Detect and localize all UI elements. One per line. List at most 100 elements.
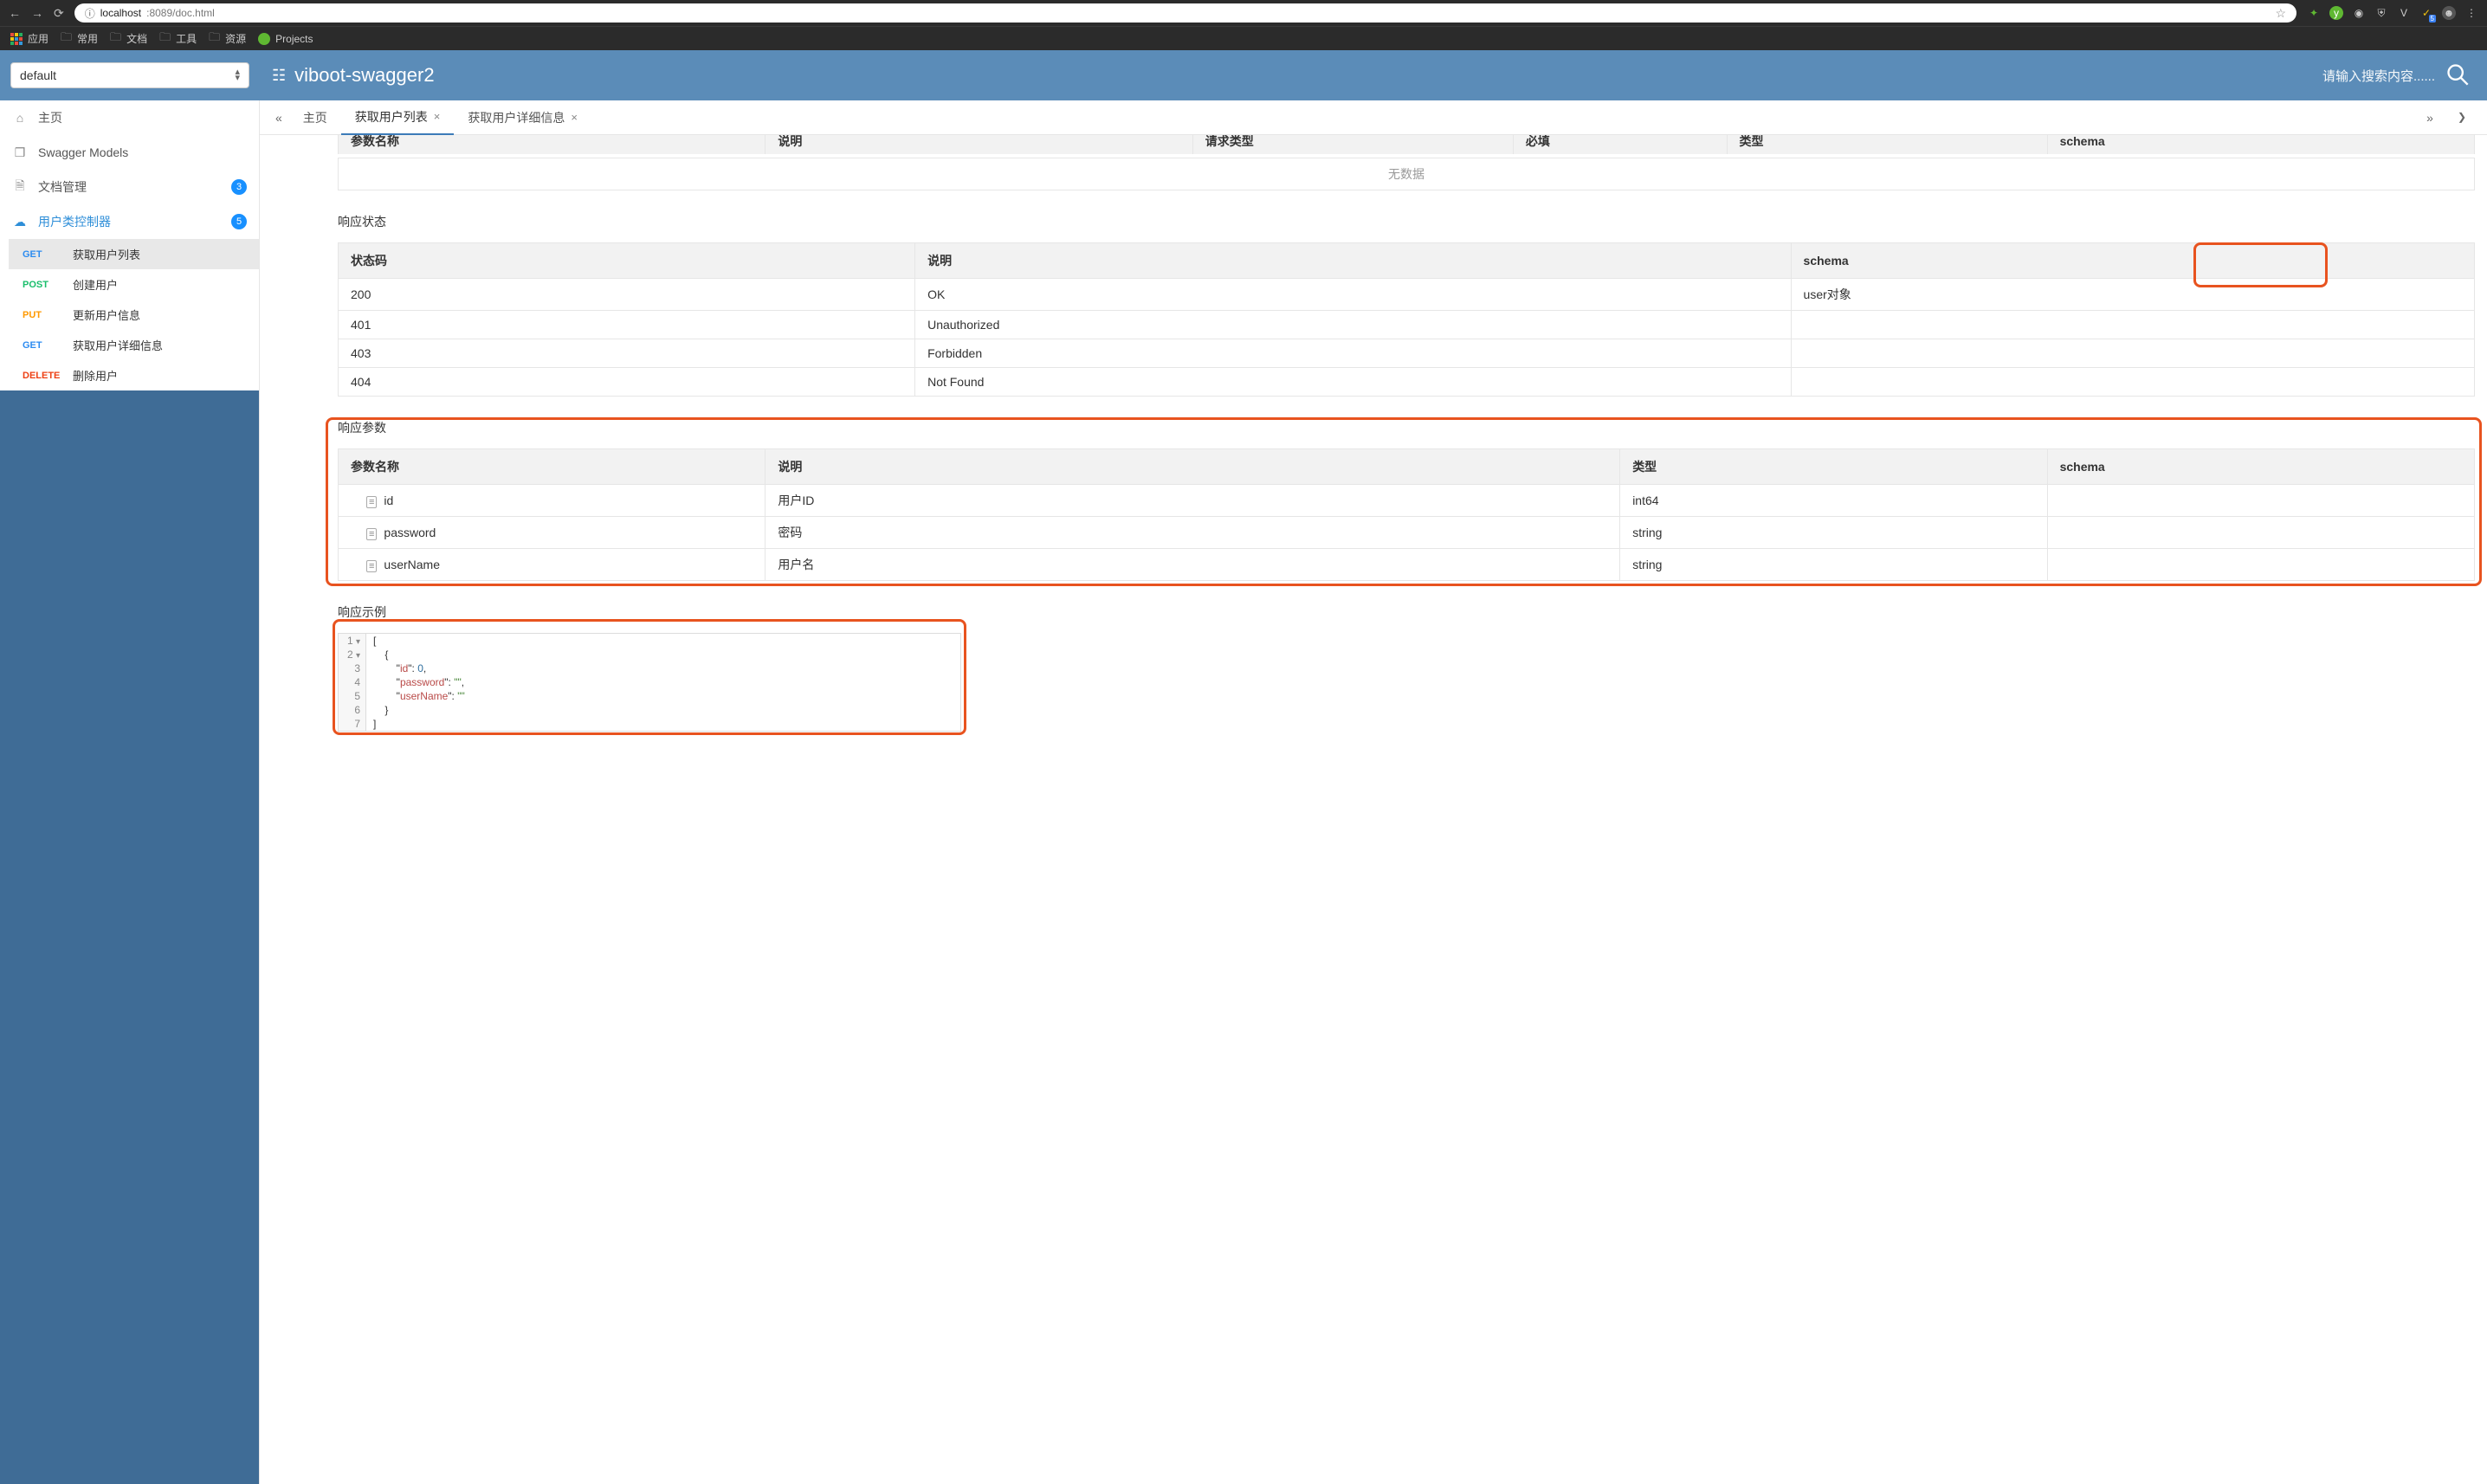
sidebar-home[interactable]: ⌂ 主页 <box>0 100 259 135</box>
ext-icon[interactable]: ◉ <box>2352 6 2366 20</box>
reload-button[interactable]: ⟳ <box>54 6 64 21</box>
tabs-scroll-right[interactable]: » <box>2419 111 2440 125</box>
api-item[interactable]: DELETE删除用户 <box>9 360 259 390</box>
cell: 404 <box>339 368 915 397</box>
apps-button[interactable]: 应用 <box>10 31 48 46</box>
cell: Not Found <box>915 368 1791 397</box>
ext-icon[interactable]: y <box>2329 6 2343 20</box>
sidebar-filler <box>0 390 259 1484</box>
cell: 密码 <box>765 517 1620 549</box>
ext-icon[interactable]: ⛨ <box>2374 6 2388 20</box>
count-badge: 5 <box>231 214 247 229</box>
tab-home[interactable]: 主页 <box>289 100 341 135</box>
cell: Forbidden <box>915 339 1791 368</box>
tab-label: 获取用户列表 <box>355 108 428 126</box>
col-header: schema <box>1791 243 2474 279</box>
bookmark-item[interactable]: Projects <box>258 33 313 45</box>
cell: 用户ID <box>765 485 1620 517</box>
api-item[interactable]: POST创建用户 <box>9 269 259 300</box>
bookmark-folder[interactable]: 🗀资源 <box>209 29 246 48</box>
cell <box>1791 339 2474 368</box>
http-method: PUT <box>23 310 64 320</box>
bookmark-label: 工具 <box>176 31 197 46</box>
content-area: « 主页 获取用户列表 × 获取用户详细信息× » ❯ 参数名称 说明 请求类型 … <box>260 100 2487 1484</box>
cell: ≡password <box>339 517 765 549</box>
api-item[interactable]: PUT更新用户信息 <box>9 300 259 330</box>
col-header: 说明 <box>915 243 1791 279</box>
response-params-table: 参数名称 说明 类型 schema ≡id用户IDint64 ≡password… <box>338 448 2475 581</box>
bookmarks-bar: 应用 🗀常用 🗀文档 🗀 工具 🗀资源 Projects <box>0 26 2487 50</box>
no-data-text: 无数据 <box>339 158 2475 190</box>
api-label: 获取用户详细信息 <box>73 337 163 353</box>
col-header: schema <box>2047 449 2474 485</box>
api-item[interactable]: GET 获取用户详细信息 <box>9 330 259 360</box>
param-icon: ≡ <box>366 560 377 572</box>
search-placeholder[interactable]: 请输入搜索内容...... <box>2322 67 2435 85</box>
cell: ≡id <box>339 485 765 517</box>
cell: 200 <box>339 279 915 311</box>
sidebar-label: 文档管理 <box>38 178 87 196</box>
col-header: 说明 <box>765 449 1620 485</box>
request-params-empty: 无数据 <box>338 158 2475 190</box>
cell: string <box>1620 549 2047 581</box>
cube-icon: ❒ <box>12 145 28 160</box>
url-host: localhost <box>100 7 141 19</box>
doc-body[interactable]: 参数名称 说明 请求类型 必填 类型 schema 无数据 响应状态 状 <box>260 135 2487 1484</box>
tab-label: 主页 <box>303 109 327 126</box>
tab-close-icon[interactable]: × <box>434 110 441 123</box>
bookmark-star-icon[interactable]: ☆ <box>2275 6 2286 21</box>
url-input[interactable]: ⓘ localhost:8089/doc.html ☆ <box>74 3 2296 23</box>
spring-icon <box>258 33 270 45</box>
col-header: 说明 <box>765 135 1192 154</box>
cell <box>1791 311 2474 339</box>
browser-menu-icon[interactable]: ⋮ <box>2464 6 2478 20</box>
section-response-params: 响应参数 <box>338 419 2475 436</box>
table-row: 200OKuser对象 <box>339 279 2475 311</box>
folder-icon: 🗀 <box>159 29 171 48</box>
bookmark-label: 应用 <box>28 31 48 46</box>
api-item[interactable]: GET获取用户列表 <box>9 239 259 269</box>
bookmark-folder[interactable]: 🗀常用 <box>61 29 98 48</box>
table-row: 403Forbidden <box>339 339 2475 368</box>
bookmark-folder[interactable]: 🗀 工具 <box>159 29 197 48</box>
search-icon[interactable] <box>2445 62 2470 89</box>
cell: string <box>1620 517 2047 549</box>
menu-toggle-icon[interactable]: ☷ <box>272 67 286 85</box>
profile-avatar-icon[interactable]: ☻ <box>2442 6 2456 20</box>
tab-close-icon[interactable]: × <box>571 111 578 124</box>
param-icon: ≡ <box>366 496 377 508</box>
table-row: ≡id用户IDint64 <box>339 485 2475 517</box>
bookmark-folder[interactable]: 🗀文档 <box>110 29 147 48</box>
cloud-icon: ☁ <box>12 215 28 229</box>
cell <box>1791 368 2474 397</box>
spec-select[interactable]: default ▴▾ <box>10 62 249 88</box>
api-label: 删除用户 <box>73 367 118 384</box>
sidebar-user-controller[interactable]: ☁ 用户类控制器 5 <box>0 204 259 239</box>
forward-button[interactable]: → <box>31 6 43 20</box>
ext-icon[interactable]: V <box>2397 6 2411 20</box>
tab-user-list[interactable]: 获取用户列表 × <box>341 100 455 135</box>
bookmark-label: 资源 <box>225 31 246 46</box>
tab-user-detail[interactable]: 获取用户详细信息× <box>454 100 591 135</box>
apps-grid-icon <box>10 33 23 45</box>
sidebar-doc-manage[interactable]: 🗎 文档管理 3 <box>0 170 259 204</box>
section-response-example: 响应示例 <box>338 603 2475 621</box>
ext-icon[interactable]: ✦ <box>2307 6 2321 20</box>
cell: 403 <box>339 339 915 368</box>
col-header: 请求类型 <box>1192 135 1513 154</box>
tabs-scroll-left[interactable]: « <box>268 111 289 125</box>
section-response-status: 响应状态 <box>338 213 2475 230</box>
browser-url-bar: ← → ⟳ ⓘ localhost:8089/doc.html ☆ ✦ y ◉ … <box>0 0 2487 26</box>
sidebar-swagger-models[interactable]: ❒ Swagger Models <box>0 135 259 170</box>
cell: ≡userName <box>339 549 765 581</box>
tabs-dropdown-icon[interactable]: ❯ <box>2451 111 2473 125</box>
back-button[interactable]: ← <box>9 6 21 20</box>
ext-icon[interactable]: ✓5 <box>2419 6 2433 20</box>
cell <box>2047 485 2474 517</box>
code-example[interactable]: 1 ▾[ 2 ▾ { 3 "id": 0, 4 "password": "", … <box>338 633 961 732</box>
app-header: default ▴▾ ☷ viboot-swagger2 请输入搜索内容....… <box>0 50 2487 100</box>
bookmark-label: 常用 <box>77 31 98 46</box>
http-method: GET <box>23 249 64 260</box>
http-method: GET <box>23 340 64 351</box>
sidebar-label: Swagger Models <box>38 145 128 159</box>
